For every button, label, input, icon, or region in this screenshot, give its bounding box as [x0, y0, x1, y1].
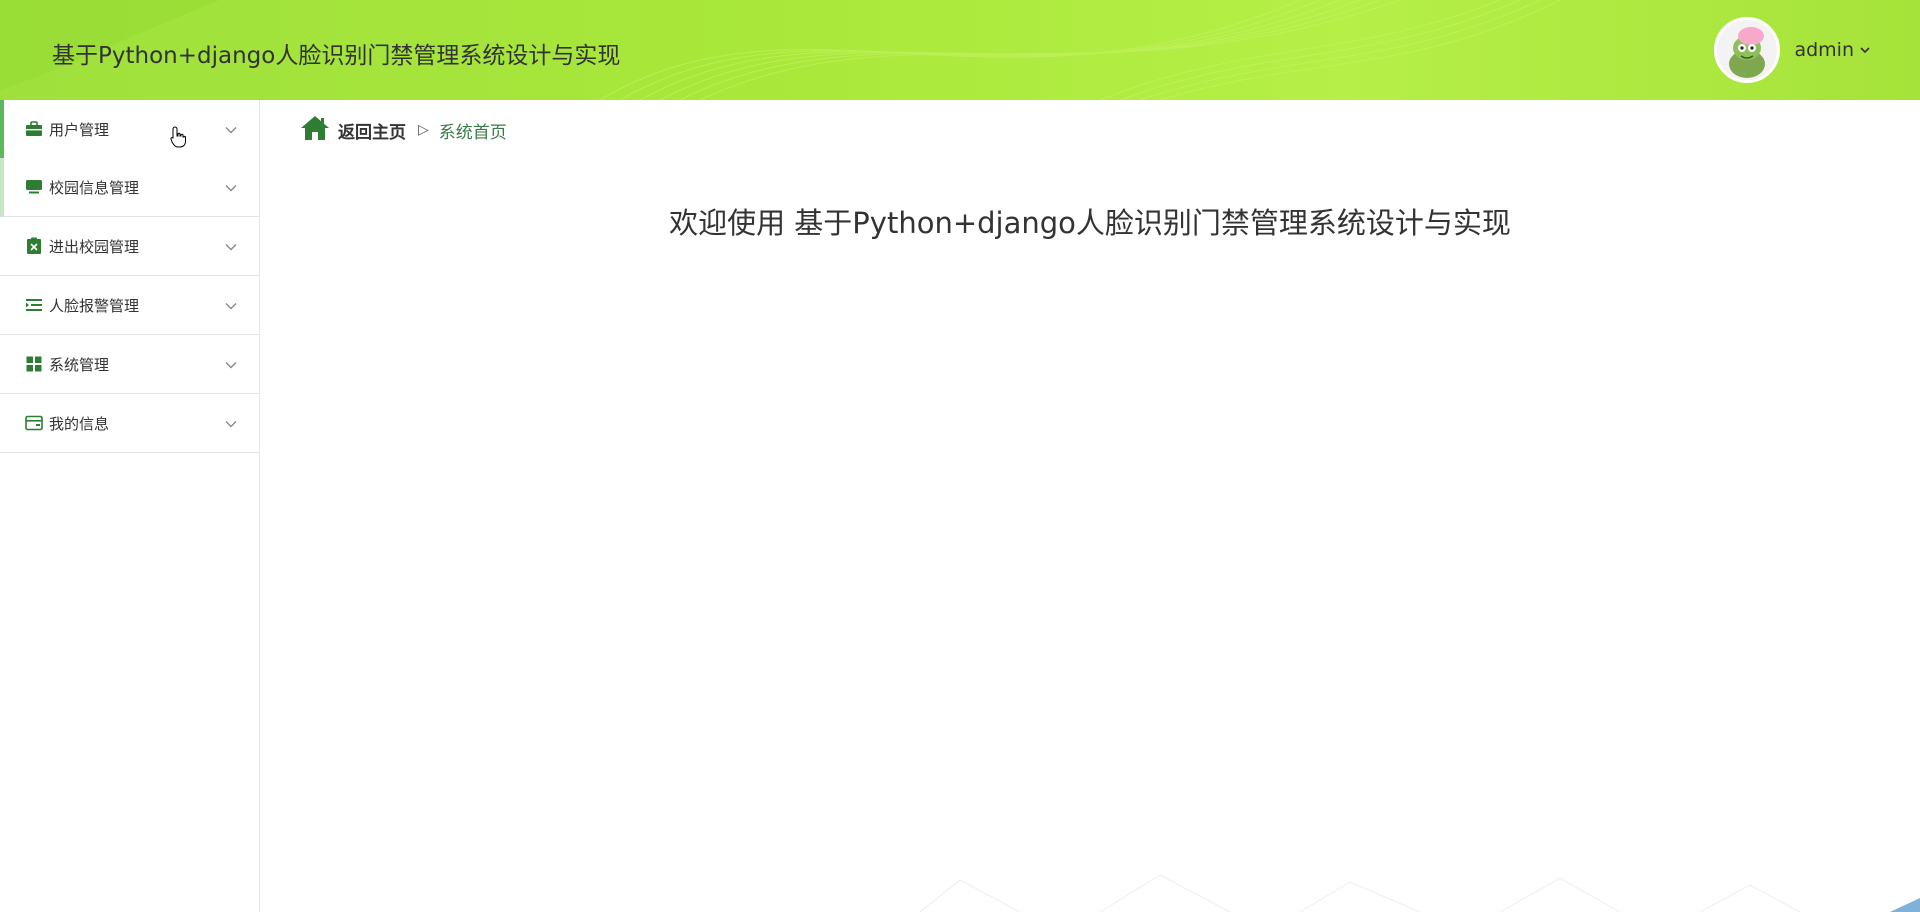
- breadcrumb-current: 系统首页: [438, 122, 507, 143]
- cartoon-avatar-icon[interactable]: [1714, 17, 1781, 83]
- chevron-down-icon[interactable]: [225, 296, 237, 314]
- home-link[interactable]: 返回主页: [338, 118, 406, 143]
- sidebar-item-my-info[interactable]: 我的信息: [0, 394, 259, 453]
- app-title: 基于Python+django人脸识别门禁管理系统设计与实现: [52, 43, 621, 69]
- sidebar-item-label: 校园信息管理: [49, 178, 140, 197]
- sidebar-item-label: 用户管理: [49, 120, 110, 139]
- hand-pointer-icon: [170, 126, 186, 152]
- home-icon[interactable]: [300, 115, 330, 146]
- user-menu[interactable]: admin: [1714, 16, 1870, 84]
- sidebar-item-system-management[interactable]: 系统管理: [0, 335, 259, 394]
- chevron-down-icon[interactable]: [1860, 43, 1870, 57]
- sidebar-item-campus-info[interactable]: 校园信息管理: [0, 158, 259, 217]
- clipboard-icon: [24, 236, 44, 256]
- list-indent-icon: [24, 295, 44, 315]
- chevron-down-icon[interactable]: [225, 355, 237, 373]
- sidebar-item-label: 进出校园管理: [49, 237, 140, 256]
- breadcrumb: 返回主页 ▷ 系统首页: [300, 115, 507, 146]
- username[interactable]: admin: [1794, 39, 1854, 61]
- wallet-icon: [24, 413, 44, 433]
- briefcase-icon: [24, 119, 44, 139]
- sidebar-item-user-management[interactable]: 用户管理: [0, 100, 259, 158]
- breadcrumb-separator: ▷: [418, 122, 429, 138]
- sidebar: 用户管理 校园信息管理 进出校园管理 人脸报警管理 系统管理 我的信息: [0, 100, 260, 912]
- background-decoration: [919, 874, 1920, 912]
- sidebar-item-label: 系统管理: [49, 355, 110, 374]
- sidebar-item-face-alarm[interactable]: 人脸报警管理: [0, 276, 259, 335]
- grid-icon: [24, 354, 44, 374]
- welcome-message: 欢迎使用 基于Python+django人脸识别门禁管理系统设计与实现: [669, 206, 1511, 240]
- sidebar-item-label: 我的信息: [49, 414, 110, 433]
- chevron-down-icon[interactable]: [225, 178, 237, 196]
- chevron-down-icon[interactable]: [225, 237, 237, 255]
- chevron-down-icon[interactable]: [225, 120, 237, 138]
- sidebar-item-label: 人脸报警管理: [49, 296, 140, 315]
- monitor-icon: [24, 177, 44, 197]
- top-header: 基于Python+django人脸识别门禁管理系统设计与实现 admin: [0, 0, 1920, 100]
- chevron-down-icon[interactable]: [225, 414, 237, 432]
- sidebar-item-campus-access[interactable]: 进出校园管理: [0, 217, 259, 276]
